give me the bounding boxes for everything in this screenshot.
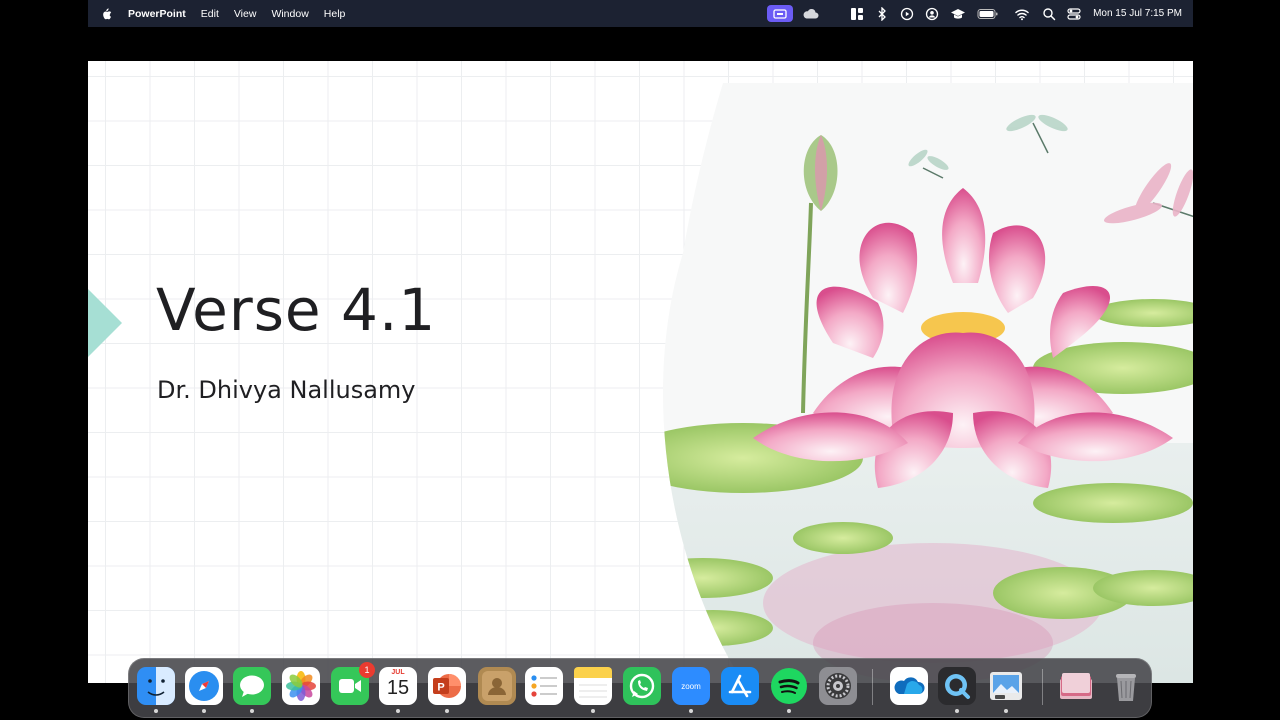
screen-record-icon[interactable]: [767, 5, 794, 22]
cloud-icon[interactable]: [802, 7, 820, 21]
bluetooth-icon[interactable]: [875, 6, 889, 21]
menu-bar: PowerPoint Edit View Window Help Mon 15 …: [88, 0, 1193, 27]
messages-icon: [233, 667, 271, 705]
onedrive-icon: [894, 677, 925, 694]
running-indicator: [689, 709, 693, 713]
dock-spotify[interactable]: [770, 667, 808, 713]
menubar-clock[interactable]: Mon 15 Jul 7:15 PM: [1093, 8, 1182, 19]
reminders-icon: [531, 675, 557, 697]
photos-icon: [282, 667, 320, 705]
quicktime-icon: [938, 667, 976, 705]
running-indicator: [250, 709, 254, 713]
running-indicator: [396, 709, 400, 713]
slide-title[interactable]: Verse 4.1: [156, 276, 436, 344]
dock-trash[interactable]: [1107, 667, 1145, 705]
downloads-stack-icon: [1060, 673, 1092, 699]
dock-app-store[interactable]: [721, 667, 759, 705]
play-icon[interactable]: [900, 7, 914, 21]
dock-quicktime[interactable]: [938, 667, 976, 713]
running-indicator: [202, 709, 206, 713]
dock-zoom[interactable]: zoom: [672, 667, 710, 713]
notification-badge: 1: [359, 662, 375, 678]
powerpoint-icon: P: [428, 667, 466, 705]
dock-messages[interactable]: [233, 667, 271, 713]
trash-icon: [1116, 674, 1136, 701]
lotus-watercolor-image: [663, 83, 1193, 683]
control-center-icon[interactable]: [1067, 7, 1081, 21]
control-center-widgets-icon[interactable]: [850, 7, 864, 21]
dock-contacts[interactable]: [478, 667, 516, 705]
preview-icon: [990, 672, 1022, 700]
app-store-icon: [721, 667, 759, 705]
system-settings-icon: [819, 667, 857, 705]
battery-icon[interactable]: [977, 7, 999, 21]
running-indicator: [154, 709, 158, 713]
dock-preview[interactable]: [987, 667, 1025, 713]
slide-subtitle[interactable]: Dr. Dhivya Nallusamy: [157, 376, 416, 404]
menu-help[interactable]: Help: [324, 8, 346, 20]
dock: 1 JUL 15 P zoom: [128, 658, 1152, 718]
presentation-slide: Verse 4.1 Dr. Dhivya Nallusamy: [88, 61, 1193, 683]
contacts-icon: [478, 667, 516, 705]
dock-finder[interactable]: [137, 667, 175, 713]
safari-icon: [185, 667, 223, 705]
status-area: Mon 15 Jul 7:15 PM: [767, 0, 1193, 27]
search-icon[interactable]: [1042, 7, 1056, 21]
dock-reminders[interactable]: [525, 667, 563, 705]
dock-separator: [1042, 669, 1043, 705]
slide-accent-chevron: [88, 289, 122, 357]
svg-text:P: P: [437, 682, 444, 694]
calendar-month: JUL: [391, 669, 405, 676]
zoom-icon: zoom: [681, 681, 701, 691]
running-indicator: [787, 709, 791, 713]
menu-view[interactable]: View: [234, 8, 257, 20]
user-icon[interactable]: [925, 7, 939, 21]
dock-photos[interactable]: [282, 667, 320, 705]
menu-app-name[interactable]: PowerPoint: [128, 8, 186, 20]
dock-powerpoint[interactable]: P: [428, 667, 466, 713]
dock-calendar[interactable]: JUL 15: [379, 667, 417, 713]
running-indicator: [591, 709, 595, 713]
dock-facetime[interactable]: 1: [331, 662, 375, 705]
dock-separator: [872, 669, 873, 705]
dock-downloads-stack[interactable]: [1057, 667, 1095, 705]
dock-whatsapp[interactable]: [623, 667, 661, 705]
menu-edit[interactable]: Edit: [201, 8, 219, 20]
dock-system-settings[interactable]: [819, 667, 857, 705]
finder-icon: [137, 667, 175, 705]
notes-icon: [574, 667, 612, 698]
running-indicator: [955, 709, 959, 713]
running-indicator: [445, 709, 449, 713]
graduation-cap-icon[interactable]: [950, 7, 966, 21]
menu-window[interactable]: Window: [271, 8, 308, 20]
wifi-icon[interactable]: [1015, 7, 1029, 21]
whatsapp-icon: [623, 667, 661, 705]
dock-notes[interactable]: [574, 667, 612, 713]
dock-onedrive[interactable]: [890, 667, 928, 705]
running-indicator: [1004, 709, 1008, 713]
dock-safari[interactable]: [185, 667, 223, 713]
apple-menu-icon[interactable]: [101, 7, 112, 20]
spotify-icon: [771, 668, 807, 704]
calendar-day: 15: [386, 677, 410, 699]
